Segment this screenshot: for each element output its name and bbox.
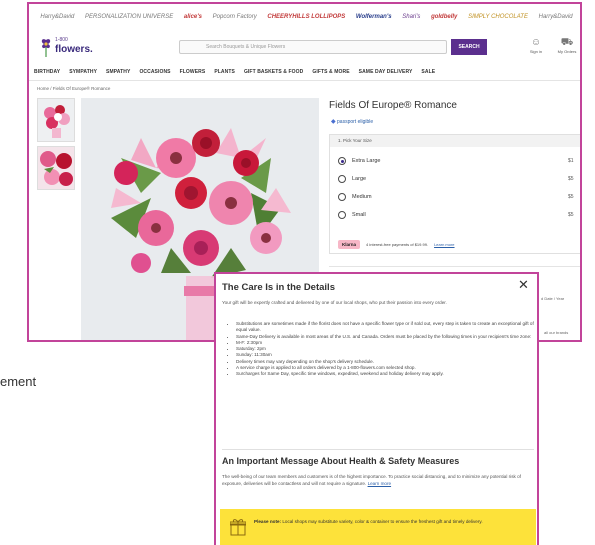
nav-item-flowers[interactable]: FLOWERS [180,69,206,75]
divider [329,266,580,267]
radio-icon[interactable] [338,211,346,219]
modal-divider [222,449,534,450]
size-selector: 1. Pick Your Size Extra Large $1 Large $… [329,134,580,254]
brand-link[interactable]: goldbelly [431,14,457,20]
notice-text: Please note: Local shops may substitute … [254,519,524,526]
nav-item-occasions[interactable]: OCCASIONS [139,69,170,75]
klarna-badge: Klarna [338,240,361,249]
bouquet-thumbnail-image [38,99,74,141]
brands-note: all our brands [544,330,569,335]
passport-badge[interactable]: ◆ passport eligible [331,118,373,125]
klarna-learn-more-link[interactable]: Learn more [434,242,454,247]
brand-link[interactable]: Wolferman's [356,14,392,20]
gift-box-icon [230,519,246,536]
size-option-small[interactable]: Small [338,209,366,221]
breadcrumb[interactable]: Home / Fields Of Europe® Romance [37,86,110,91]
brand-link[interactable]: Harry&David [539,14,573,20]
logo-text: flowers. [55,44,93,55]
my-orders-label: My Orders [557,49,577,54]
radio-icon[interactable] [338,193,346,201]
size-price: $5 [568,212,574,218]
my-orders-button[interactable]: ⛟ My Orders [554,37,580,59]
sign-in-label: Sign in [529,49,543,54]
klarna-payment-info: Klarna 4 interest-free payments of $19.9… [338,240,455,249]
size-price: $5 [568,194,574,200]
health-safety-text: The well-being of our team members and c… [222,474,532,487]
nav-item-smpathy[interactable]: SMPATHY [106,69,130,75]
size-option-large[interactable]: Large [338,173,366,185]
radio-icon[interactable] [338,175,346,183]
size-header: 1. Pick Your Size [330,135,580,147]
list-item: Substitutions are sometimes made if the … [236,321,536,334]
nav-divider [29,80,580,81]
passport-label: passport eligible [337,119,374,125]
brand-link[interactable]: CHEERYHILLS LOLLIPOPS [267,14,345,20]
modal-title: The Care Is in the Details [222,282,335,293]
nav-item-sale[interactable]: SALE [421,69,435,75]
size-label: Extra Large [352,158,381,164]
nav-item-same-day[interactable]: SAME DAY DELIVERY [359,69,413,75]
truck-icon: ⛟ [560,37,574,48]
passport-icon: ◆ [331,119,336,125]
nav-item-gifts-more[interactable]: GIFTS & MORE [312,69,349,75]
flower-logo-icon [41,39,51,57]
care-details-modal: The Care Is in the Details ✕ Your gift w… [214,272,539,545]
background-text: ement [0,374,37,389]
health-safety-learn-more-link[interactable]: Learn more [368,481,392,486]
list-item: Surcharges for Same Day, specific time w… [236,371,536,377]
size-label: Medium [352,194,372,200]
notice-label: Please note: [254,519,282,524]
main-nav: BIRTHDAY SYMPATHY SMPATHY OCCASIONS FLOW… [34,66,580,78]
nav-item-gift-baskets[interactable]: GIFT BASKETS & FOOD [244,69,303,75]
size-price: $5 [568,176,574,182]
logo-text-small: 1-800 [55,37,68,43]
radio-selected-icon[interactable] [338,157,346,165]
notice-banner: Please note: Local shops may substitute … [220,509,536,545]
bouquet-closeup-thumbnail-image [38,147,74,189]
search-button[interactable]: SEARCH [451,39,487,55]
klarna-text: 4 interest-free payments of $19.99. [366,242,429,247]
brand-bar: Harry&David PERSONALIZATION UNIVERSE ali… [29,4,580,30]
product-thumbnail[interactable] [37,98,75,142]
brand-link[interactable]: alice's [184,14,202,20]
size-option-extra-large[interactable]: Extra Large [338,155,380,167]
nav-item-sympathy[interactable]: SYMPATHY [69,69,97,75]
size-price: $1 [568,158,574,164]
modal-intro: Your gift will be expertly crafted and d… [222,300,447,305]
size-option-medium[interactable]: Medium [338,191,372,203]
sign-in-button[interactable]: ☺ Sign in [527,37,545,59]
close-icon[interactable]: ✕ [518,278,529,292]
product-thumbnail[interactable] [37,146,75,190]
product-title: Fields Of Europe® Romance [329,100,457,111]
notice-body: Local shops may substitute variety, colo… [282,519,483,524]
size-label: Small [352,212,366,218]
nav-item-birthday[interactable]: BIRTHDAY [34,69,60,75]
brand-link[interactable]: Harry&David [40,14,74,20]
care-details-list: Substitutions are sometimes made if the … [224,321,536,378]
size-label: Large [352,176,367,182]
health-safety-title: An Important Message About Health & Safe… [222,456,460,466]
brand-link[interactable]: Popcorn Factory [213,14,257,20]
date-field-hint: d Date / Year [541,296,565,301]
list-item: Same-Day Delivery is available in most a… [236,334,536,340]
nav-item-plants[interactable]: PLANTS [214,69,235,75]
user-icon: ☺ [530,37,542,48]
brand-link[interactable]: Shari's [402,14,420,20]
site-logo[interactable]: 1-800 flowers. [39,34,99,62]
search-input[interactable]: Search Bouquets & Unique Flowers [179,40,447,54]
brand-link[interactable]: PERSONALIZATION UNIVERSE [85,14,173,20]
brand-link[interactable]: SIMPLY CHOCOLATE [468,14,528,20]
